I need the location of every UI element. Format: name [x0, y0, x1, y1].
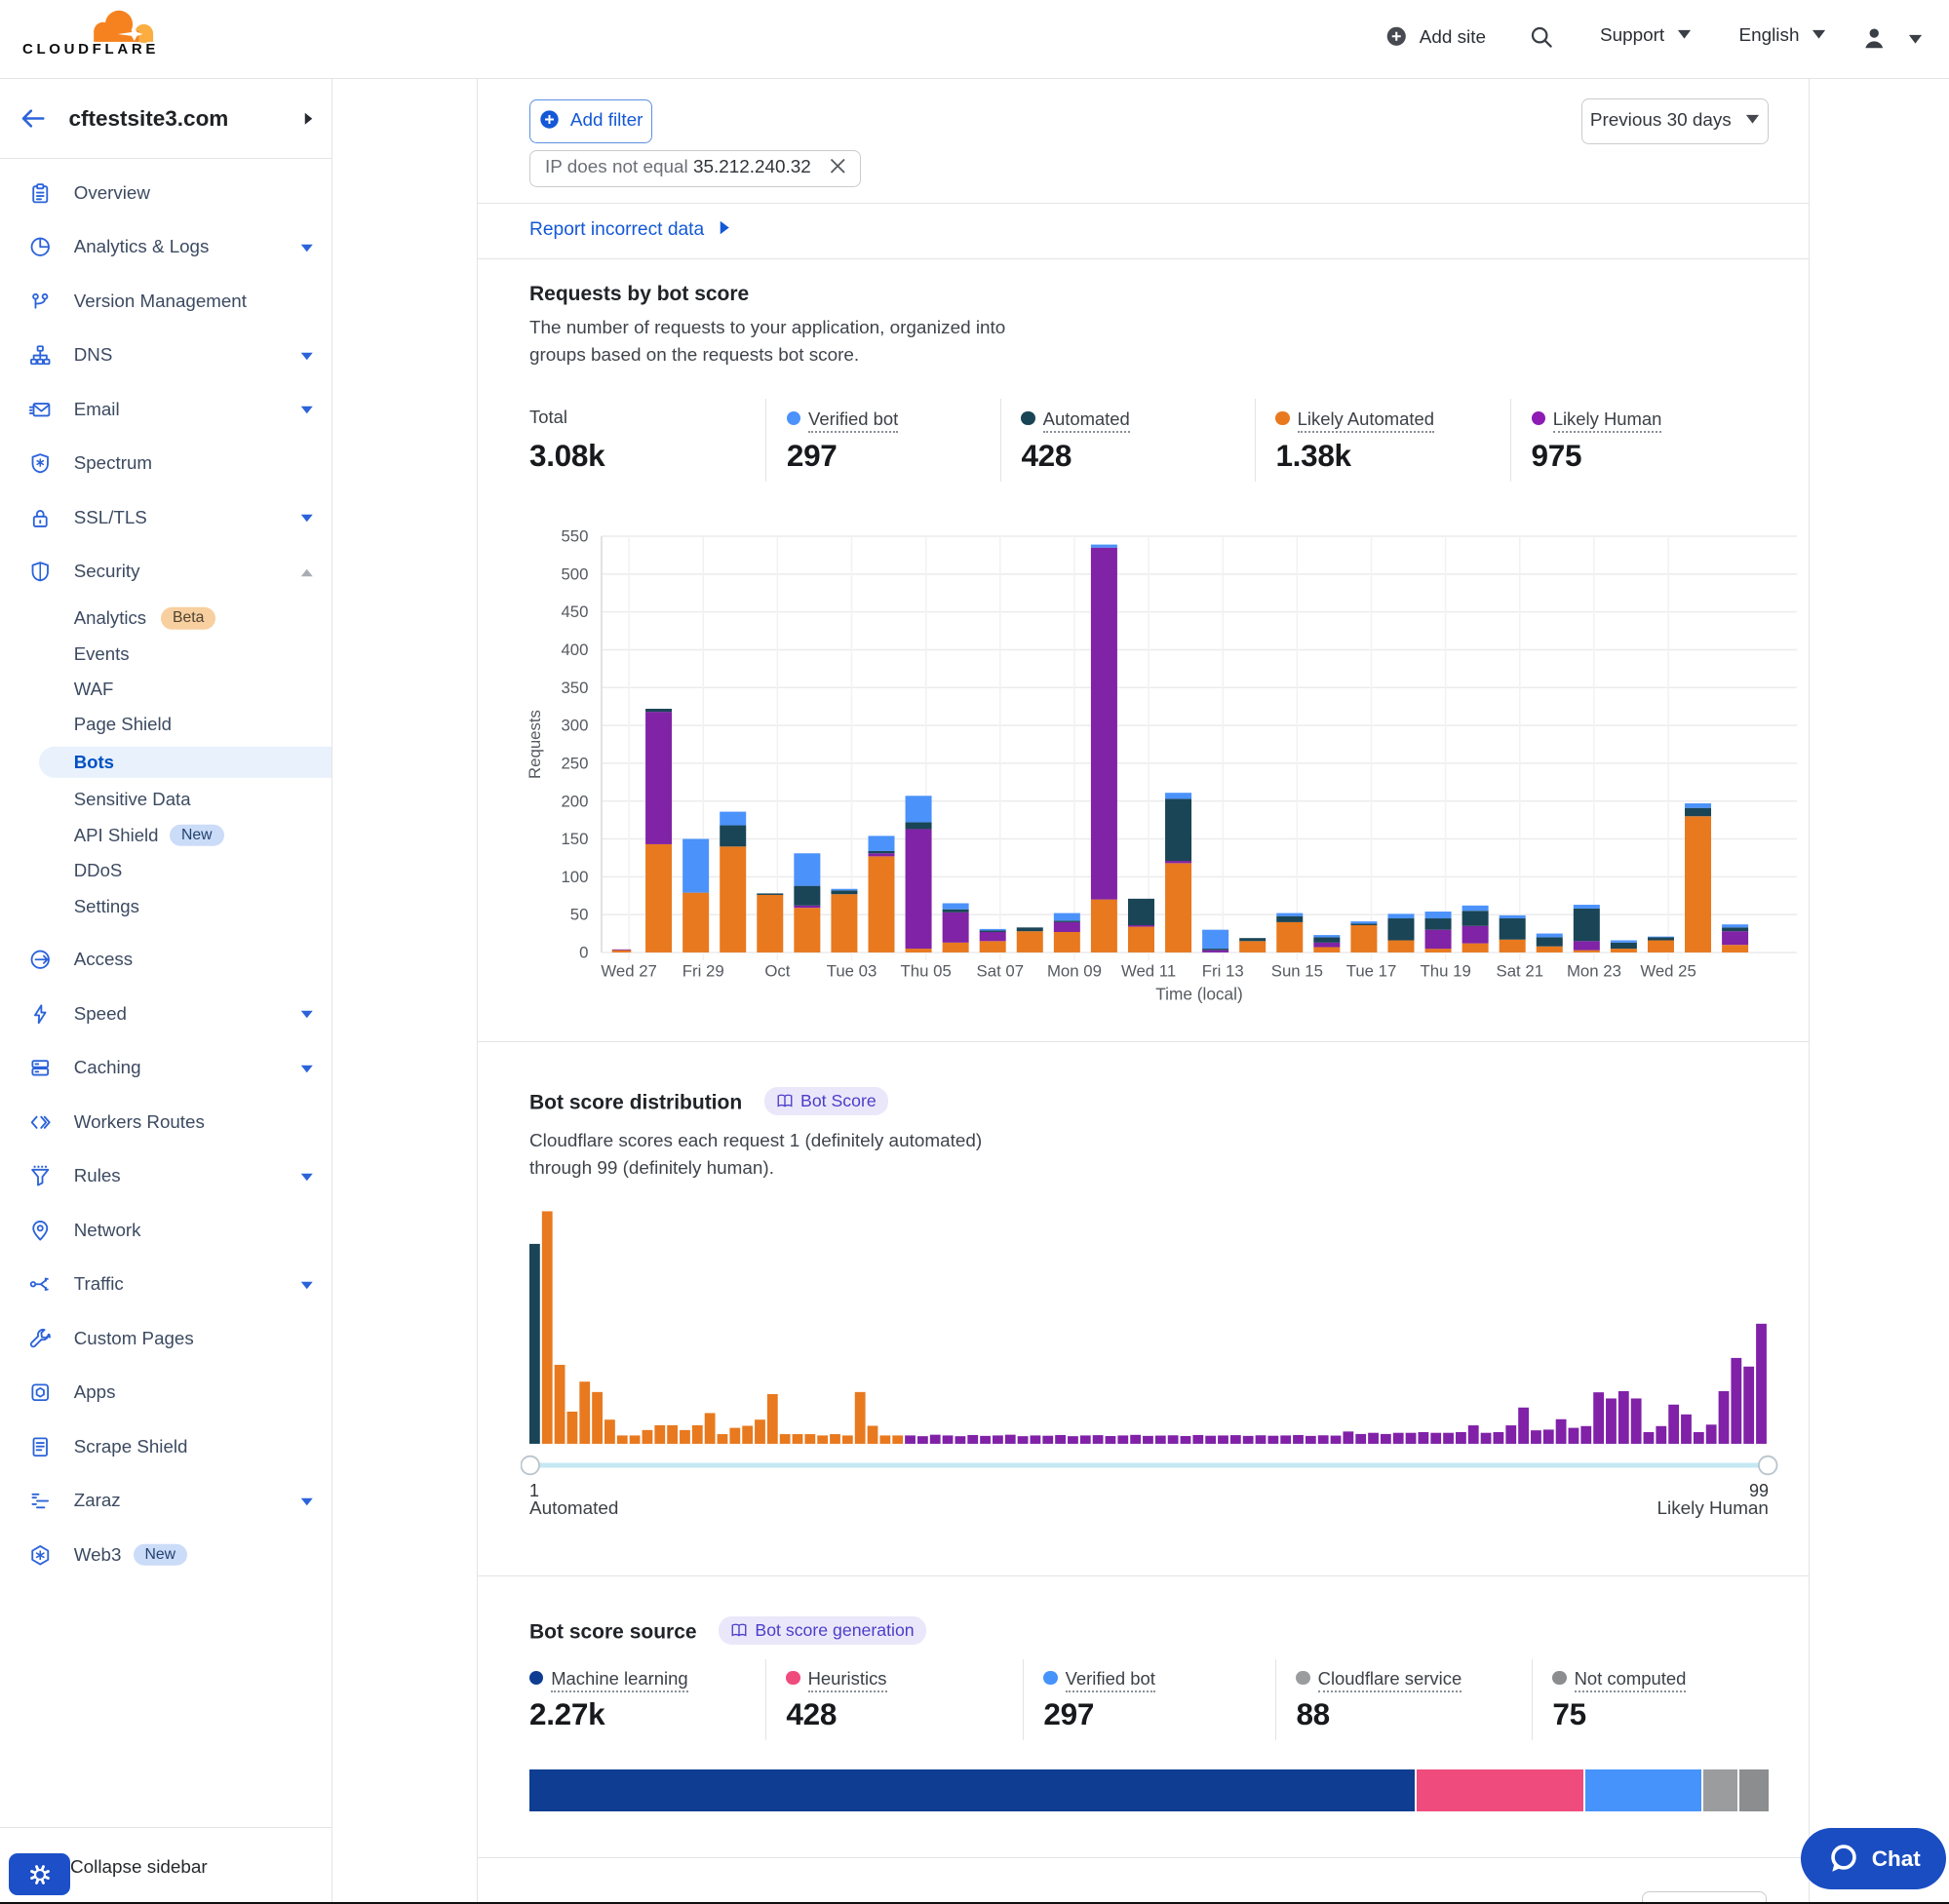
svg-text:500: 500 — [561, 564, 588, 583]
svg-text:150: 150 — [561, 830, 588, 848]
svg-text:550: 550 — [561, 527, 588, 546]
svg-text:100: 100 — [561, 868, 588, 886]
svg-text:Tue 03: Tue 03 — [827, 962, 877, 981]
svg-text:Requests: Requests — [526, 710, 544, 779]
svg-text:Fri 29: Fri 29 — [682, 962, 724, 981]
svg-text:400: 400 — [561, 641, 588, 659]
svg-text:Mon 23: Mon 23 — [1567, 962, 1621, 981]
svg-text:350: 350 — [561, 679, 588, 697]
svg-text:0: 0 — [579, 944, 588, 962]
svg-text:Sun 15: Sun 15 — [1271, 962, 1323, 981]
svg-text:450: 450 — [561, 602, 588, 621]
svg-text:Sat 07: Sat 07 — [977, 962, 1025, 981]
svg-text:200: 200 — [561, 792, 588, 810]
svg-text:Mon 09: Mon 09 — [1047, 962, 1102, 981]
svg-text:Oct: Oct — [764, 962, 790, 981]
svg-text:250: 250 — [561, 754, 588, 772]
svg-text:Thu 05: Thu 05 — [901, 962, 952, 981]
svg-text:Sat 21: Sat 21 — [1497, 962, 1544, 981]
svg-text:Tue 17: Tue 17 — [1346, 962, 1397, 981]
svg-text:Wed 27: Wed 27 — [601, 962, 657, 981]
svg-text:50: 50 — [570, 906, 589, 924]
svg-text:Wed 25: Wed 25 — [1640, 962, 1696, 981]
svg-text:300: 300 — [561, 717, 588, 735]
svg-text:Fri 13: Fri 13 — [1202, 962, 1244, 981]
svg-text:Thu 19: Thu 19 — [1421, 962, 1471, 981]
svg-text:Time (local): Time (local) — [1155, 985, 1242, 1004]
svg-text:Wed 11: Wed 11 — [1121, 962, 1176, 981]
